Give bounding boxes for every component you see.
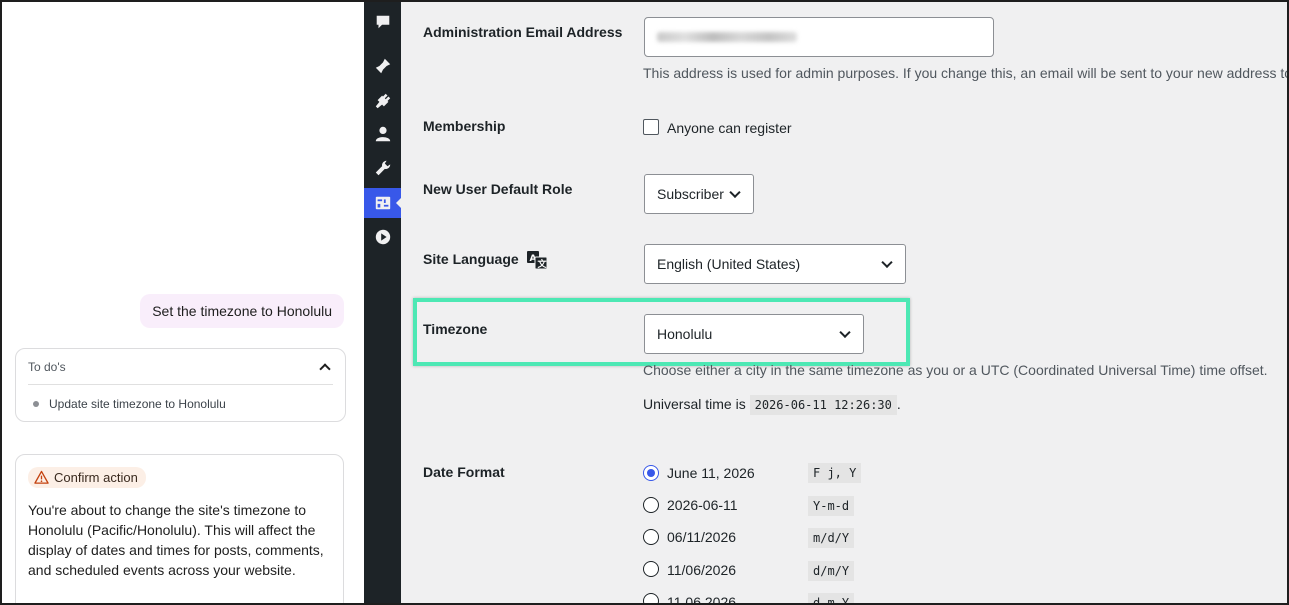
date-format-radio[interactable]: [643, 465, 659, 481]
warning-icon: [34, 470, 49, 484]
chevron-down-icon: [729, 186, 741, 199]
confirm-action-card: Confirm action You're about to change th…: [15, 454, 344, 603]
admin-sidebar: [364, 2, 402, 603]
universal-time-suffix: .: [896, 396, 901, 412]
todo-item: Update site timezone to Honolulu: [33, 397, 345, 411]
todo-header[interactable]: To do's: [28, 349, 333, 385]
confirm-badge: Confirm action: [28, 467, 146, 488]
date-format-radio[interactable]: [643, 497, 659, 513]
date-format-option-label[interactable]: 2026-06-11: [667, 497, 738, 513]
site-language-value: English (United States): [657, 256, 801, 272]
date-format-radio[interactable]: [643, 593, 659, 603]
screen: Set the timezone to Honolulu To do's Upd…: [0, 0, 1289, 605]
timezone-label: Timezone: [423, 321, 488, 337]
default-role-select[interactable]: Subscriber: [644, 174, 754, 214]
translation-icon: A 文: [526, 251, 547, 270]
users-icon[interactable]: [364, 119, 401, 149]
tools-icon[interactable]: [364, 153, 401, 183]
date-format-option-label[interactable]: 11.06.2026: [667, 594, 736, 603]
date-format-code: d/m/Y: [808, 561, 855, 581]
todo-card: To do's Update site timezone to Honolulu: [15, 348, 346, 422]
admin-email-description: This address is used for admin purposes.…: [643, 65, 1289, 81]
chevron-down-icon: [839, 326, 851, 339]
comments-icon[interactable]: [364, 7, 401, 37]
assistant-panel: Set the timezone to Honolulu To do's Upd…: [2, 2, 364, 603]
timezone-description: Choose either a city in the same timezon…: [643, 362, 1268, 378]
timezone-value: Honolulu: [657, 326, 713, 342]
confirm-text: You're about to change the site's timezo…: [28, 502, 324, 578]
user-message: Set the timezone to Honolulu: [140, 294, 344, 328]
redacted-email: [657, 32, 797, 42]
admin-email-input[interactable]: [644, 17, 994, 57]
date-format-option-label[interactable]: June 11, 2026: [667, 465, 755, 481]
anyone-can-register-checkbox[interactable]: [643, 119, 659, 135]
date-format-radio[interactable]: [643, 561, 659, 577]
anyone-can-register-label: Anyone can register: [667, 120, 792, 136]
chevron-down-icon: [881, 256, 893, 269]
bullet-icon: [33, 401, 39, 407]
date-format-option-label[interactable]: 06/11/2026: [667, 529, 736, 545]
date-format-code: d.m.Y: [808, 593, 855, 603]
default-role-value: Subscriber: [657, 186, 724, 202]
universal-time-line: Universal time is 2026-06-11 12:26:30.: [643, 395, 901, 415]
timezone-select[interactable]: Honolulu: [644, 314, 864, 354]
todo-title: To do's: [28, 359, 66, 374]
svg-text:文: 文: [536, 258, 547, 269]
universal-time-value: 2026-06-11 12:26:30: [749, 395, 897, 415]
date-format-code: m/d/Y: [808, 528, 855, 548]
settings-content: Administration Email Address This addres…: [401, 2, 1289, 603]
site-language-label: Site Language A 文: [423, 251, 547, 270]
todo-item-label: Update site timezone to Honolulu: [49, 397, 226, 411]
default-role-label: New User Default Role: [423, 181, 573, 197]
date-format-label: Date Format: [423, 464, 505, 480]
site-language-select[interactable]: English (United States): [644, 244, 906, 284]
settings-icon[interactable]: [364, 188, 402, 218]
site-language-label-text: Site Language: [423, 251, 519, 267]
media-play-icon[interactable]: [364, 222, 401, 252]
date-format-radio[interactable]: [643, 529, 659, 545]
admin-email-label: Administration Email Address: [423, 24, 623, 40]
membership-label: Membership: [423, 118, 506, 134]
plugins-icon[interactable]: [364, 86, 401, 116]
date-format-code: F j, Y: [808, 463, 862, 483]
date-format-code: Y-m-d: [808, 496, 855, 516]
date-format-option-label[interactable]: 11/06/2026: [667, 562, 736, 578]
appearance-icon[interactable]: [364, 51, 401, 81]
chevron-up-icon[interactable]: [319, 362, 331, 375]
confirm-badge-label: Confirm action: [54, 470, 138, 485]
universal-time-prefix: Universal time is: [643, 396, 746, 412]
